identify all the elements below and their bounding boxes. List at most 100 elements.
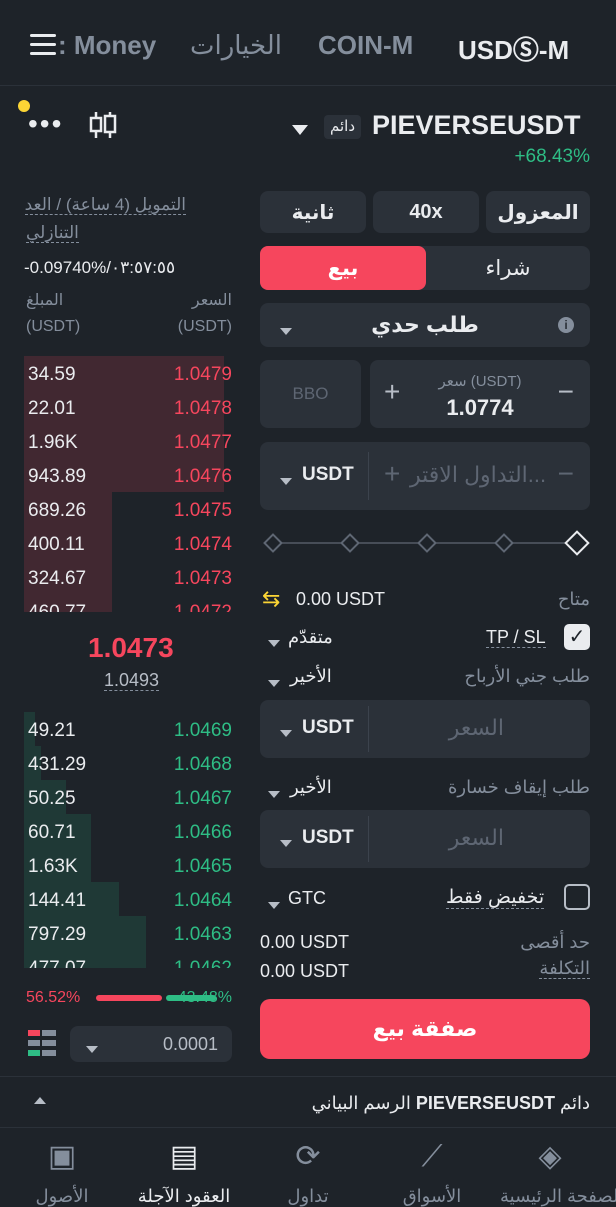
margin-mode-button[interactable]: المعزول (486, 191, 590, 233)
sell-tab[interactable]: بيع (260, 246, 426, 290)
sl-price-input[interactable]: USDT السعر (260, 810, 590, 868)
sl-trigger[interactable]: الأخير (290, 777, 332, 798)
chart-bar[interactable]: دائم PIEVERSEUSDT الرسم البياني (0, 1076, 616, 1128)
amount-unit-dropdown-icon[interactable] (280, 472, 292, 490)
book-layout-icon[interactable] (28, 1030, 56, 1058)
ask-row[interactable]: 689.26 1.0475 (24, 492, 234, 526)
ask-row[interactable]: 324.67 1.0473 (24, 560, 234, 594)
bid-row[interactable]: 49.21 1.0469 (24, 712, 234, 746)
nav-trade-label: تداول (287, 1186, 329, 1206)
bid-row[interactable]: 50.25 1.0467 (24, 780, 234, 814)
bid-row[interactable]: 477.07 1.0462 (24, 950, 234, 968)
amount-input[interactable]: USDT + التداول الاقتر... − (260, 442, 590, 510)
nav-trade[interactable]: ⟳ تداول (258, 1140, 358, 1207)
sl-unit-dropdown-icon[interactable] (280, 834, 292, 852)
reduce-only-label: تخفيض فقط (446, 886, 545, 909)
ask-price: 1.0478 (173, 398, 232, 419)
bid-amount: 144.41 (28, 890, 87, 911)
tp-price-input[interactable]: USDT السعر (260, 700, 590, 758)
bid-price: 1.0462 (174, 958, 232, 968)
slider-step-2[interactable] (417, 533, 437, 553)
bid-price: 1.0469 (173, 720, 232, 741)
symbol-dropdown-icon[interactable] (292, 122, 308, 140)
ask-amount: 34.59 (28, 364, 76, 385)
price-decrease-button[interactable]: − (558, 376, 574, 408)
advanced-label[interactable]: متقدّم (288, 627, 333, 648)
submit-sell-button[interactable]: صفقة بيع (260, 999, 590, 1059)
tp-label: طلب جني الأرباح (464, 666, 590, 686)
ask-price: 1.0472 (174, 602, 232, 612)
advanced-dropdown-icon[interactable] (268, 634, 280, 652)
ask-amount: 324.67 (28, 568, 87, 589)
amount-decrease-button[interactable]: − (558, 458, 574, 490)
bid-row[interactable]: 431.29 1.0468 (24, 746, 234, 780)
nav-futures[interactable]: ▤ العقود الآجلة (134, 1140, 234, 1207)
bid-price: 1.0464 (173, 890, 232, 911)
slider-handle[interactable] (564, 530, 590, 556)
tif-select[interactable]: GTC (288, 888, 326, 909)
nav-markets[interactable]: ⟋ الأسواق (382, 1140, 482, 1207)
nav-home[interactable]: ◈ الصفحة الرئيسية (500, 1140, 616, 1207)
bid-row[interactable]: 1.63K 1.0465 (24, 848, 234, 882)
chart-bar-title: دائم PIEVERSEUSDT الرسم البياني (312, 1093, 590, 1114)
chart-bar-tag: دائم (559, 1093, 590, 1113)
bbo-label: BBO (292, 384, 329, 403)
position-mode-button[interactable]: ثانية (260, 191, 366, 233)
transfer-icon[interactable]: ⇆ (262, 586, 280, 612)
sell-ratio: 56.52% (26, 989, 81, 1006)
markets-icon: ⟋ (421, 1140, 443, 1173)
sl-trigger-dropdown-icon[interactable] (268, 785, 280, 803)
slider-step-1[interactable] (340, 533, 360, 553)
price-input[interactable]: + سعر (USDT) 1.0774 − (370, 360, 590, 428)
tp-trigger[interactable]: الأخير (290, 666, 332, 687)
tp-unit[interactable]: USDT (302, 717, 354, 739)
bid-row[interactable]: 144.41 1.0464 (24, 882, 234, 916)
precision-select[interactable]: 0.0001 (70, 1026, 232, 1062)
info-icon[interactable]: i (558, 317, 574, 333)
buy-tab[interactable]: شراء (426, 246, 590, 290)
bid-row[interactable]: 797.29 1.0463 (24, 916, 234, 950)
mark-price[interactable]: 1.0493 (104, 670, 160, 691)
sl-unit[interactable]: USDT (302, 827, 354, 849)
amount-unit[interactable]: USDT (302, 464, 354, 486)
ask-row[interactable]: 1.96K 1.0477 (24, 424, 234, 458)
nav-assets[interactable]: ▣ الأصول (12, 1140, 112, 1207)
tp-trigger-dropdown-icon[interactable] (268, 674, 280, 692)
bid-row[interactable]: 60.71 1.0466 (24, 814, 234, 848)
ask-row[interactable]: 400.11 1.0474 (24, 526, 234, 560)
order-type-select[interactable]: طلب حدي i (260, 303, 590, 347)
ask-amount: 400.11 (28, 534, 85, 555)
tpsl-checkbox[interactable]: ✓ (564, 624, 590, 650)
amount-header: المبلغ (26, 292, 64, 309)
tab-options[interactable]: الخيارات (190, 30, 282, 61)
ask-row[interactable]: 22.01 1.0478 (24, 390, 234, 424)
slider-step-3[interactable] (494, 533, 514, 553)
more-icon[interactable]: ••• (28, 108, 63, 140)
ask-row[interactable]: 943.89 1.0476 (24, 458, 234, 492)
menu-icon[interactable] (30, 34, 56, 56)
tif-dropdown-icon[interactable] (268, 896, 280, 914)
sl-label: طلب إيقاف خسارة (447, 777, 590, 797)
tab-money[interactable]: : Money (58, 30, 156, 61)
slider-step-0[interactable] (263, 533, 283, 553)
tab-usds-m[interactable]: USDⓈ-M (458, 30, 569, 67)
amount-increase-button[interactable]: + (384, 458, 400, 490)
tp-unit-dropdown-icon[interactable] (280, 724, 292, 742)
reduce-only-checkbox[interactable] (564, 884, 590, 910)
last-price[interactable]: 1.0473 (88, 632, 174, 664)
ask-row[interactable]: 34.59 1.0479 (24, 356, 234, 390)
chevron-up-icon[interactable] (34, 1097, 46, 1104)
ask-row[interactable]: 460.77 1.0472 (24, 594, 234, 612)
candlestick-icon[interactable] (88, 110, 118, 140)
ask-amount: 460.77 (28, 602, 86, 612)
chart-bar-label: الرسم البياني (311, 1093, 411, 1113)
bbo-button[interactable]: BBO (260, 360, 361, 428)
side-toggle: بيع شراء (260, 246, 590, 290)
wallet-icon: ▣ (47, 1140, 77, 1173)
funding-label-line1: التمويل (4 ساعة) / العد (24, 195, 186, 215)
tab-coin-m[interactable]: COIN-M (318, 30, 413, 61)
symbol-name[interactable]: PIEVERSEUSDT (372, 110, 581, 141)
bid-price: 1.0463 (173, 924, 232, 945)
leverage-button[interactable]: 40x (373, 191, 479, 233)
cost-label: التكلفة (539, 958, 590, 979)
